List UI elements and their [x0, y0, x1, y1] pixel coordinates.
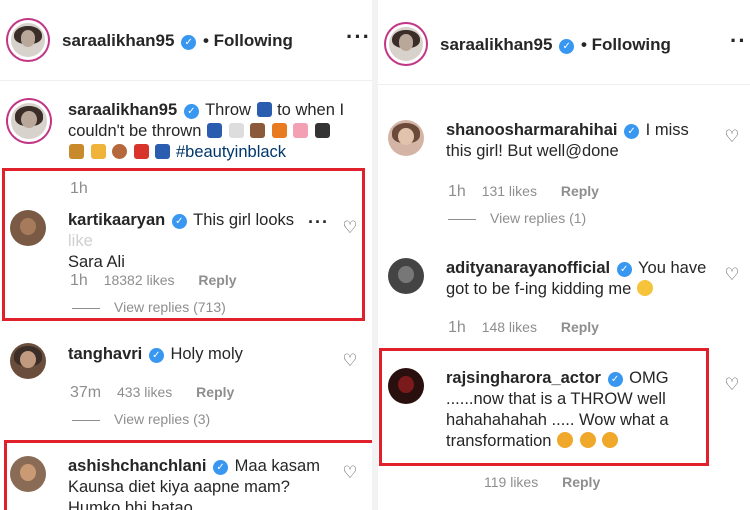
- heart-icon[interactable]: ♡: [723, 128, 741, 146]
- comment-text: shanoosharmarahihai ✓ I miss this girl! …: [446, 120, 716, 162]
- comment-likes[interactable]: 119 likes: [484, 474, 538, 490]
- header-username-row: saraalikhan95 ✓ • Following: [62, 30, 293, 51]
- reply-button[interactable]: Reply: [561, 319, 599, 335]
- verified-icon: ✓: [181, 35, 197, 50]
- return-emoji-icon: [155, 144, 171, 159]
- comment-username[interactable]: tanghavri: [68, 345, 142, 363]
- comment-time: 37m: [70, 384, 102, 401]
- comment-text-1: You have: [638, 259, 707, 277]
- drink-emoji-icon: [133, 144, 149, 159]
- pizza-emoji-icon: [90, 144, 106, 159]
- view-replies-button[interactable]: View replies (3): [72, 411, 210, 427]
- comment-avatar[interactable]: [388, 258, 424, 294]
- caption-username[interactable]: saraalikhan95: [68, 101, 177, 119]
- following-label[interactable]: • Following: [581, 35, 671, 54]
- comment-avatar[interactable]: [10, 343, 46, 379]
- header-avatar[interactable]: [8, 20, 48, 60]
- back-arrow-emoji-icon: [207, 123, 222, 138]
- gorilla-emoji-icon: [314, 123, 330, 138]
- left-screenshot: saraalikhan95 ✓ • Following ··· saraalik…: [0, 0, 372, 510]
- heart-icon[interactable]: ♡: [723, 376, 741, 394]
- comment-text-2: this girl! But well@done: [446, 142, 619, 160]
- comment-username[interactable]: adityanarayanofficial: [446, 259, 610, 277]
- caption-text-3: couldn't be thrown: [68, 122, 202, 140]
- comment-meta: 37m 433 likes Reply: [70, 384, 234, 402]
- header-username-row: saraalikhan95 ✓ • Following: [440, 34, 671, 55]
- comment-text-1: Holy moly: [170, 345, 243, 363]
- monkey-emoji-icon: [250, 123, 266, 138]
- comment-likes[interactable]: 433 likes: [117, 384, 172, 400]
- highlight-box: [4, 440, 372, 510]
- donut-emoji-icon: [112, 144, 128, 159]
- comment-likes[interactable]: 148 likes: [482, 319, 537, 335]
- back-arrow-emoji-icon: [256, 102, 272, 117]
- caption-text-1: Throw: [205, 101, 251, 119]
- pumpkin-emoji-icon: [271, 123, 287, 138]
- comment-meta: 119 likes Reply: [484, 474, 600, 490]
- verified-icon: ✓: [148, 348, 164, 363]
- view-replies-button[interactable]: View replies (1): [448, 210, 586, 226]
- header-username[interactable]: saraalikhan95: [440, 35, 552, 54]
- header-username[interactable]: saraalikhan95: [62, 31, 174, 50]
- comment-avatar[interactable]: [388, 120, 424, 156]
- reply-button[interactable]: Reply: [562, 474, 600, 490]
- heart-icon[interactable]: ♡: [723, 266, 741, 284]
- reply-button[interactable]: Reply: [196, 384, 234, 400]
- right-screenshot: saraalikhan95 ✓ • Following ·· shanoosha…: [378, 0, 750, 510]
- caption-text-2: to when I: [277, 101, 345, 119]
- skull-emoji-icon: [228, 123, 244, 138]
- verified-icon: ✓: [616, 262, 632, 277]
- caption-avatar[interactable]: [8, 100, 50, 142]
- comment-text: tanghavri ✓ Holy moly: [68, 344, 243, 365]
- caption-text: saraalikhan95 ✓ Throw to when I couldn't…: [68, 100, 363, 163]
- header-avatar[interactable]: [386, 24, 426, 64]
- comment-username[interactable]: shanoosharmarahihai: [446, 121, 617, 139]
- verified-icon: ✓: [183, 104, 199, 119]
- comment-time: 1h: [448, 183, 466, 200]
- comment-meta: 1h 131 likes Reply: [448, 183, 599, 201]
- verified-icon: ✓: [624, 124, 640, 139]
- comment-meta: 1h 148 likes Reply: [448, 319, 599, 337]
- reply-button[interactable]: Reply: [561, 183, 599, 199]
- header-divider: [0, 80, 372, 81]
- comment-text-1: I miss: [645, 121, 689, 139]
- following-label[interactable]: • Following: [203, 31, 293, 50]
- surprised-emoji-icon: [636, 280, 653, 296]
- heart-icon[interactable]: ♡: [341, 352, 359, 370]
- comment-time: 1h: [448, 319, 466, 336]
- highlight-box: [379, 348, 709, 466]
- caption-hashtag[interactable]: #beautyinblack: [176, 143, 286, 161]
- comment-text: adityanarayanofficial ✓ You have got to …: [446, 258, 736, 300]
- pig-emoji-icon: [293, 123, 309, 138]
- verified-icon: ✓: [559, 39, 575, 54]
- comment-text-2: got to be f-ing kidding me: [446, 280, 632, 298]
- burger-emoji-icon: [69, 144, 84, 159]
- comment-likes[interactable]: 131 likes: [482, 183, 537, 199]
- highlight-box: [2, 168, 365, 321]
- more-options-icon[interactable]: ··: [730, 28, 747, 54]
- more-options-icon[interactable]: ···: [346, 24, 371, 50]
- header-divider: [378, 84, 750, 85]
